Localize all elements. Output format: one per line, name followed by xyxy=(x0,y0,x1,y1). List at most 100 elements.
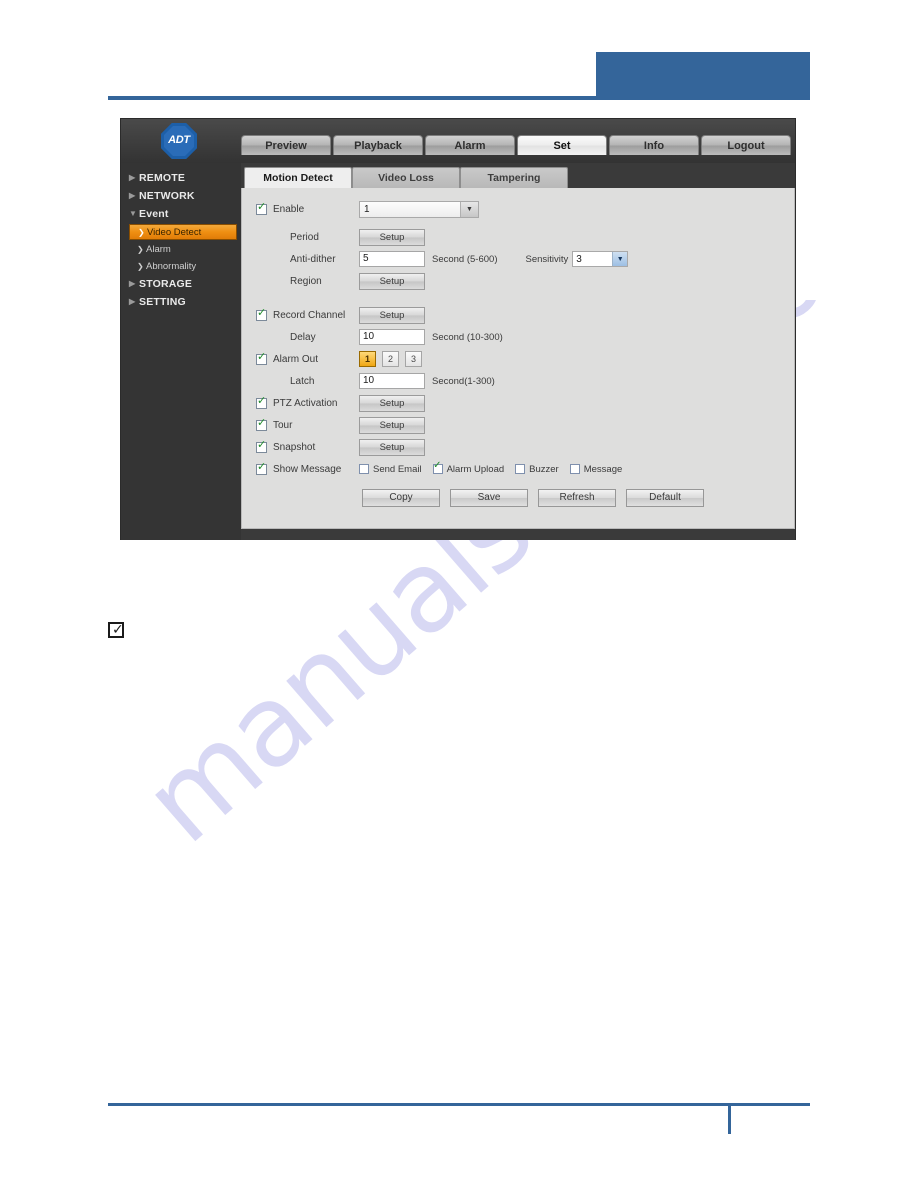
latch-unit: Second(1-300) xyxy=(432,375,495,387)
alarm-out-channel-1[interactable]: 1 xyxy=(359,351,376,367)
sidebar-item-label: STORAGE xyxy=(139,278,193,290)
delay-label: Delay xyxy=(290,331,316,343)
sidebar-item-alarm[interactable]: ❯ Alarm xyxy=(129,241,237,257)
period-setup-button[interactable]: Setup xyxy=(359,228,425,246)
chevron-right-icon: ▶ xyxy=(129,191,136,200)
copy-button[interactable]: Copy xyxy=(362,489,440,507)
sensitivity-label: Sensitivity xyxy=(525,253,569,265)
sidebar-item-label: REMOTE xyxy=(139,172,186,184)
chevron-right-icon: ❯ xyxy=(137,261,144,271)
tour-setup-button[interactable]: Setup xyxy=(359,416,425,434)
snapshot-checkbox[interactable] xyxy=(256,439,267,453)
main-tab-bar: Preview Playback Alarm Set Info Logout xyxy=(241,135,791,155)
motion-detect-form: Enable 1 ▼ Period Setup Anti-dither xyxy=(241,188,795,529)
main-tab-preview[interactable]: Preview xyxy=(241,135,331,155)
message-checkbox[interactable] xyxy=(569,464,580,474)
alarm-out-channel-3[interactable]: 3 xyxy=(405,351,422,367)
sidebar-item-storage[interactable]: ▶ STORAGE xyxy=(121,275,241,293)
main-tab-alarm[interactable]: Alarm xyxy=(425,135,515,155)
alarm-upload-label: Alarm Upload xyxy=(446,463,505,475)
alarm-out-label: Alarm Out xyxy=(273,353,319,365)
enable-checkbox[interactable] xyxy=(256,201,267,215)
sidebar-item-network[interactable]: ▶ NETWORK xyxy=(121,187,241,205)
ptz-activation-checkbox[interactable] xyxy=(256,395,267,409)
buzzer-label: Buzzer xyxy=(529,463,559,475)
row-snapshot: Snapshot Setup xyxy=(242,436,794,458)
sub-tab-bar: Motion Detect Video Loss Tampering xyxy=(241,163,795,188)
adt-logo-text: ADT xyxy=(168,134,190,146)
main-tab-info[interactable]: Info xyxy=(609,135,699,155)
tour-checkbox[interactable] xyxy=(256,417,267,431)
anti-dither-label: Anti-dither xyxy=(290,253,336,265)
show-message-checkbox[interactable] xyxy=(256,461,267,475)
message-label: Message xyxy=(583,463,623,475)
snapshot-setup-button[interactable]: Setup xyxy=(359,438,425,456)
sidebar-item-abnormality[interactable]: ❯ Abnormality xyxy=(129,258,237,274)
record-channel-setup-button[interactable]: Setup xyxy=(359,306,425,324)
footer-tick xyxy=(728,1106,731,1134)
row-record-channel: Record Channel Setup xyxy=(242,304,794,326)
main-tab-playback[interactable]: Playback xyxy=(333,135,423,155)
sensitivity-select[interactable]: 3 ▼ xyxy=(572,251,629,267)
tab-motion-detect[interactable]: Motion Detect xyxy=(244,167,352,188)
sidebar-item-setting[interactable]: ▶ SETTING xyxy=(121,293,241,311)
enable-label: Enable xyxy=(273,203,305,215)
refresh-button[interactable]: Refresh xyxy=(538,489,616,507)
delay-input[interactable]: 10 xyxy=(359,329,425,345)
tab-video-loss[interactable]: Video Loss xyxy=(352,167,460,188)
main-content: Motion Detect Video Loss Tampering Enabl… xyxy=(241,163,795,540)
tour-label: Tour xyxy=(273,419,293,431)
record-channel-checkbox[interactable] xyxy=(256,307,267,321)
option-alarm-upload[interactable]: Alarm Upload xyxy=(432,461,505,475)
chevron-right-icon: ▶ xyxy=(129,297,136,306)
save-button[interactable]: Save xyxy=(450,489,528,507)
period-label: Period xyxy=(290,231,319,243)
default-button[interactable]: Default xyxy=(626,489,704,507)
row-anti-dither: Anti-dither 5 Second (5-600) Sensitivity… xyxy=(242,248,794,270)
row-region: Region Setup xyxy=(242,270,794,292)
alarm-out-checkbox[interactable] xyxy=(256,351,267,365)
row-tour: Tour Setup xyxy=(242,414,794,436)
row-ptz-activation: PTZ Activation Setup xyxy=(242,392,794,414)
option-message[interactable]: Message xyxy=(569,463,623,475)
row-delay: Delay 10 Second (10-300) xyxy=(242,326,794,348)
alarm-out-channel-2[interactable]: 2 xyxy=(382,351,399,367)
form-action-bar: Copy Save Refresh Default xyxy=(242,480,794,507)
sidebar-item-label: Alarm xyxy=(146,243,171,255)
row-latch: Latch 10 Second(1-300) xyxy=(242,370,794,392)
chevron-down-icon: ▼ xyxy=(460,201,478,217)
tab-tampering[interactable]: Tampering xyxy=(460,167,568,188)
adt-logo-icon: ADT xyxy=(161,123,197,159)
chevron-down-icon: ▼ xyxy=(612,252,628,266)
region-setup-button[interactable]: Setup xyxy=(359,272,425,290)
region-checkbox-spacer xyxy=(256,276,267,287)
header-rule xyxy=(108,96,810,100)
alarm-upload-checkbox[interactable] xyxy=(432,461,443,474)
sidebar-item-video-detect[interactable]: ❯ Video Detect xyxy=(129,224,237,240)
buzzer-checkbox[interactable] xyxy=(515,464,526,474)
sidebar-item-event[interactable]: ▼ Event xyxy=(121,205,241,223)
footer-rule xyxy=(108,1103,810,1106)
main-tab-set[interactable]: Set xyxy=(517,135,607,155)
channel-select[interactable]: 1 ▼ xyxy=(359,200,479,218)
ptz-activation-setup-button[interactable]: Setup xyxy=(359,394,425,412)
latch-input[interactable]: 10 xyxy=(359,373,425,389)
nvr-web-ui-screenshot: ADT Preview Playback Alarm Set Info Logo… xyxy=(120,118,796,540)
channel-select-value: 1 xyxy=(364,203,370,215)
sidebar-item-remote[interactable]: ▶ REMOTE xyxy=(121,169,241,187)
send-email-checkbox[interactable] xyxy=(359,464,369,474)
note-checkbox-icon: ✓ xyxy=(108,622,124,638)
chevron-right-icon: ❯ xyxy=(137,244,144,254)
sidebar-item-label: SETTING xyxy=(139,296,186,308)
region-label: Region xyxy=(290,275,322,287)
sidebar-item-label: Video Detect xyxy=(147,226,202,238)
sidebar-nav: ▶ REMOTE ▶ NETWORK ▼ Event ❯ Video Detec… xyxy=(121,163,241,540)
option-buzzer[interactable]: Buzzer xyxy=(515,464,559,475)
main-tab-logout[interactable]: Logout xyxy=(701,135,791,155)
chevron-right-icon: ❯ xyxy=(138,227,145,237)
sensitivity-value: 3 xyxy=(576,253,582,265)
option-send-email[interactable]: Send Email xyxy=(359,464,422,475)
row-enable: Enable 1 ▼ xyxy=(242,198,794,220)
anti-dither-input[interactable]: 5 xyxy=(359,251,425,267)
delay-unit: Second (10-300) xyxy=(432,331,503,343)
